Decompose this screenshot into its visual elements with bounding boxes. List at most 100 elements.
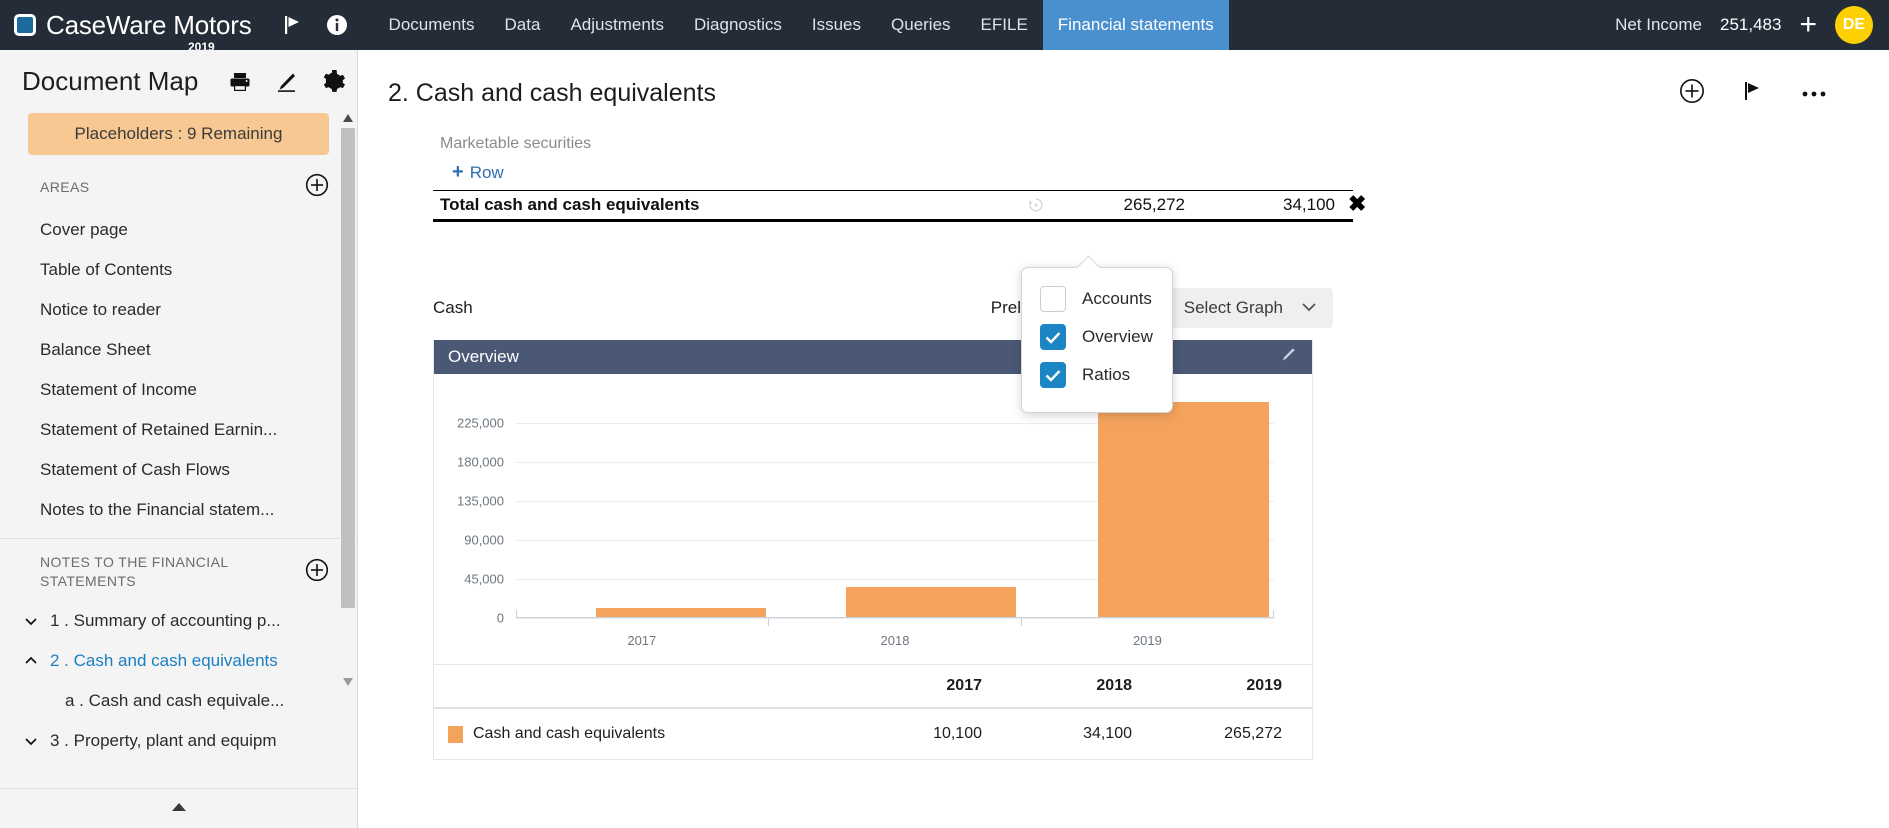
total-row: Total cash and cash equivalents 265,272 … — [433, 190, 1353, 222]
sidebar-note-property-plant-and-equipment[interactable]: 3 . Property, plant and equipm — [0, 721, 357, 761]
sidebar-title: Document Map — [22, 66, 198, 97]
brand[interactable]: CaseWare Motors 2019 — [0, 12, 252, 38]
checkbox-ratios[interactable] — [1040, 362, 1066, 388]
chart-legend-table: 2017 2018 2019 Cash and cash equivalents… — [434, 664, 1312, 759]
placeholders-badge[interactable]: Placeholders : 9 Remaining — [28, 113, 329, 155]
nav-item-documents[interactable]: Documents — [374, 0, 490, 50]
print-icon[interactable] — [228, 70, 252, 94]
app-logo-icon — [14, 14, 36, 36]
info-icon[interactable] — [326, 14, 348, 36]
add-area-icon[interactable] — [305, 173, 329, 200]
x-axis-tick — [1021, 618, 1022, 626]
nav-item-data[interactable]: Data — [490, 0, 556, 50]
add-button[interactable]: + — [1795, 10, 1821, 40]
net-income-label: Net Income — [1615, 15, 1702, 35]
legend-color-swatch — [448, 726, 463, 743]
add-row-label: Row — [470, 163, 504, 183]
sidebar-item-statement-of-retained-earnings[interactable]: Statement of Retained Earnin... — [0, 410, 357, 450]
axis-left-cap — [516, 610, 517, 618]
sidebar-item-statement-of-income[interactable]: Statement of Income — [0, 370, 357, 410]
legend-value-2019: 265,272 — [1132, 725, 1282, 743]
chart-plot-area: 225,000 180,000 135,000 90,000 45,000 — [516, 392, 1274, 618]
flag-icon[interactable] — [1741, 79, 1765, 108]
sidebar-item-cover-page[interactable]: Cover page — [0, 210, 357, 250]
areas-label: AREAS — [40, 179, 89, 195]
menu-item-label: Accounts — [1082, 289, 1152, 309]
menu-item-overview[interactable]: Overview — [1022, 318, 1172, 356]
bar-2019[interactable] — [1098, 402, 1269, 617]
select-graph-dropdown[interactable]: Select Graph — [1168, 288, 1333, 328]
x-axis-tick — [768, 618, 769, 626]
pencil-icon[interactable] — [1278, 345, 1298, 370]
legend-column-2017: 2017 — [832, 677, 982, 695]
add-row-button[interactable]: + Row — [388, 153, 1889, 184]
total-value-current: 265,272 — [1053, 195, 1203, 215]
sidebar-item-table-of-contents[interactable]: Table of Contents — [0, 250, 357, 290]
x-tick-label: 2018 — [881, 633, 910, 648]
sidebar-item-balance-sheet[interactable]: Balance Sheet — [0, 330, 357, 370]
more-options-icon[interactable] — [1801, 85, 1827, 103]
sidebar-note-summary-of-accounting-policies[interactable]: 1 . Summary of accounting p... — [0, 601, 357, 641]
topbar-right: Net Income 251,483 + DE — [1615, 0, 1873, 50]
scroll-down-icon[interactable] — [340, 674, 356, 690]
sidebar-scroll-thumb[interactable] — [341, 128, 355, 608]
chart-card-header: Overview — [434, 340, 1312, 374]
avatar[interactable]: DE — [1835, 6, 1873, 44]
sidebar-scrollbar[interactable] — [340, 110, 356, 690]
sidebar-note-label: 1 . Summary of accounting p... — [50, 611, 281, 631]
chevron-down-icon — [1301, 298, 1317, 318]
main-header: 2. Cash and cash equivalents — [358, 50, 1889, 109]
sidebar-item-notes-to-financial-statements[interactable]: Notes to the Financial statem... — [0, 490, 357, 530]
flag-icon[interactable] — [282, 14, 304, 36]
chevron-up-icon[interactable] — [22, 653, 40, 669]
nav-item-adjustments[interactable]: Adjustments — [555, 0, 679, 50]
nav-items: Documents Data Adjustments Diagnostics I… — [374, 0, 1229, 50]
nav-item-financial-statements[interactable]: Financial statements — [1043, 0, 1229, 50]
sidebar-item-notice-to-reader[interactable]: Notice to reader — [0, 290, 357, 330]
legend-column-2019: 2019 — [1132, 677, 1282, 695]
document-area: ✖ Marketable securities + Row Total cash… — [358, 109, 1889, 760]
add-circle-icon[interactable] — [1679, 78, 1705, 109]
collapse-caret-icon[interactable] — [171, 800, 187, 818]
y-tick-label: 225,000 — [457, 415, 504, 430]
sidebar-note-sub-cash-and-cash-equivalents[interactable]: a . Cash and cash equivale... — [0, 681, 357, 721]
areas-list: Cover page Table of Contents Notice to r… — [0, 210, 357, 530]
legend-value-2017: 10,100 — [832, 725, 982, 743]
select-graph-menu: Accounts Overview Ratios — [1021, 267, 1173, 413]
legend-header-spacer — [448, 677, 832, 695]
legend-series-name: Cash and cash equivalents — [473, 725, 832, 743]
checkbox-accounts[interactable] — [1040, 286, 1066, 312]
plus-icon: + — [452, 161, 464, 184]
nav-item-queries[interactable]: Queries — [876, 0, 966, 50]
sidebar-note-cash-and-cash-equivalents[interactable]: 2 . Cash and cash equivalents — [0, 641, 357, 681]
sidebar-footer — [0, 788, 357, 828]
bar-2018[interactable] — [846, 587, 1017, 617]
bar-chart: 225,000 180,000 135,000 90,000 45,000 — [434, 374, 1312, 664]
reset-icon[interactable] — [1019, 196, 1053, 214]
nav-item-diagnostics[interactable]: Diagnostics — [679, 0, 797, 50]
add-note-icon[interactable] — [305, 558, 329, 585]
notes-label: NOTES TO THE FINANCIAL STATEMENTS — [40, 553, 240, 591]
x-tick-label: 2017 — [627, 633, 656, 648]
x-tick-label: 2019 — [1133, 633, 1162, 648]
net-income-value: 251,483 — [1720, 15, 1781, 35]
chevron-down-icon[interactable] — [22, 733, 40, 749]
menu-item-ratios[interactable]: Ratios — [1022, 356, 1172, 394]
nav-item-issues[interactable]: Issues — [797, 0, 876, 50]
sidebar-item-statement-of-cash-flows[interactable]: Statement of Cash Flows — [0, 450, 357, 490]
nav-item-efile[interactable]: EFILE — [966, 0, 1043, 50]
chart-card: Overview 225,000 180,000 135,000 — [433, 340, 1313, 760]
scroll-up-icon[interactable] — [340, 110, 356, 126]
y-tick-label: 0 — [497, 611, 504, 626]
bar-2017[interactable] — [596, 608, 767, 617]
legend-column-2018: 2018 — [982, 677, 1132, 695]
y-tick-label: 45,000 — [464, 571, 504, 586]
areas-section-header: AREAS — [0, 155, 357, 210]
checkbox-overview[interactable] — [1040, 324, 1066, 350]
edit-icon[interactable] — [274, 70, 298, 94]
x-axis — [516, 617, 1274, 618]
total-value-prior: 34,100 — [1203, 195, 1353, 215]
chevron-down-icon[interactable] — [22, 613, 40, 629]
gear-icon[interactable] — [320, 69, 346, 95]
menu-item-accounts[interactable]: Accounts — [1022, 280, 1172, 318]
